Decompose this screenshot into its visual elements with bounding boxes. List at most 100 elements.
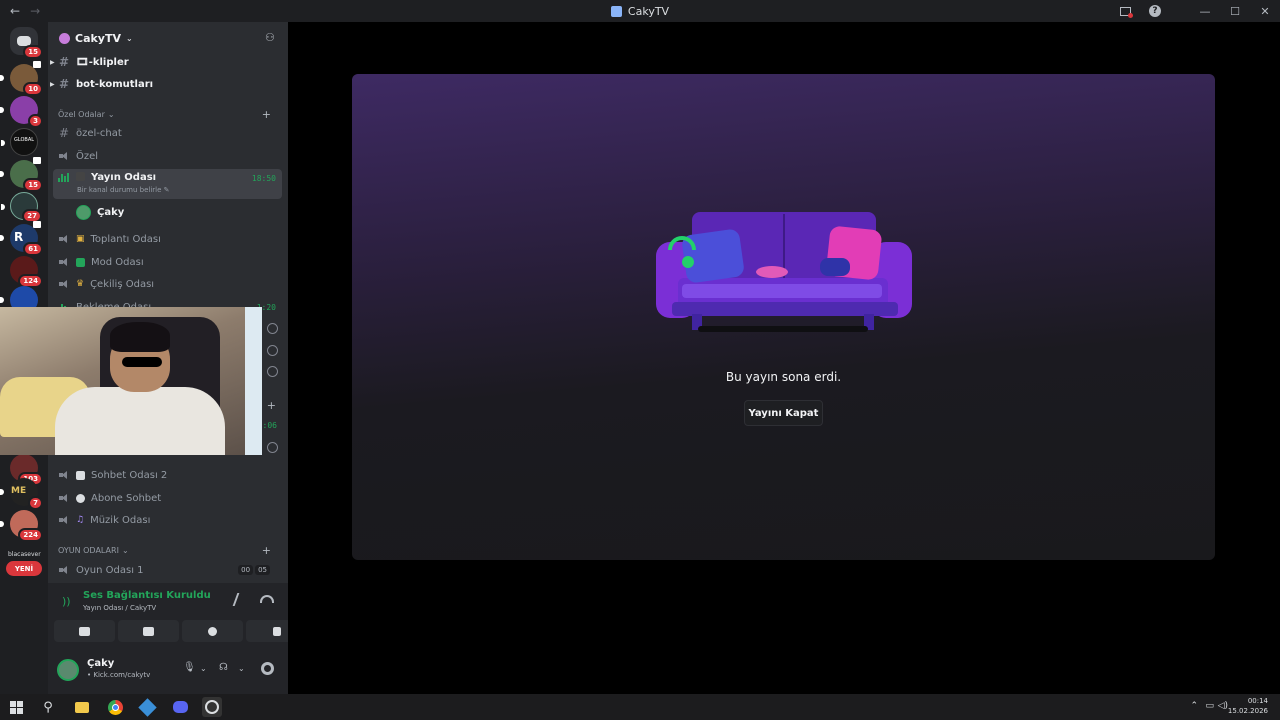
server-icon[interactable]: 124: [10, 256, 43, 288]
channel-status[interactable]: Bir kanal durumu belirle ✎: [77, 186, 170, 194]
server-icon[interactable]: 10: [0, 61, 43, 96]
video-off-icon[interactable]: [267, 442, 278, 453]
direct-messages-icon[interactable]: 15: [10, 27, 43, 59]
discord-icon[interactable]: [170, 697, 190, 717]
webcam-window: [245, 307, 262, 455]
maximize-icon[interactable]: ☐: [1220, 0, 1250, 22]
speaker-icon: [58, 493, 70, 503]
server-icon[interactable]: 27: [1, 192, 42, 223]
server-icon[interactable]: 3: [0, 96, 43, 128]
voice-user-row[interactable]: Çaky: [76, 201, 276, 223]
headphones-icon[interactable]: ☊: [219, 662, 228, 673]
camera-button[interactable]: [54, 620, 115, 642]
speaker-icon: [58, 234, 70, 244]
channel-klipler[interactable]: ▶ # 🎞-klipler: [50, 51, 282, 73]
signal-icon[interactable]: )): [62, 595, 74, 608]
microphone-icon[interactable]: 🎙: [183, 662, 196, 673]
speaker-icon: [58, 257, 70, 267]
user-limit: 05: [255, 565, 270, 575]
voice-status-location[interactable]: Yayın Odası / CakyTV: [83, 604, 156, 612]
unread-badge: 61: [23, 242, 43, 256]
voice-user-name: Çaky: [97, 206, 125, 218]
chevron-down-icon[interactable]: ⌄: [238, 664, 245, 673]
server-icon[interactable]: GLOBAL: [1, 128, 38, 156]
user-avatar[interactable]: [57, 659, 79, 681]
channel-ozel-chat[interactable]: # özel-chat: [53, 122, 282, 144]
voice-status-title[interactable]: Ses Bağlantısı Kuruldu: [83, 590, 211, 601]
server-icon[interactable]: R 61: [0, 221, 43, 256]
chevron-up-icon[interactable]: ⌃: [1190, 701, 1198, 711]
video-icon: [33, 221, 41, 228]
add-channel-icon[interactable]: +: [267, 399, 276, 412]
search-icon[interactable]: ⚲: [38, 697, 58, 717]
channel-abone-sohbet[interactable]: Abone Sohbet: [53, 487, 282, 509]
unread-badge: 15: [23, 45, 43, 59]
camera-off-icon: [79, 626, 90, 636]
couch-cushion: [682, 284, 882, 298]
voice-connection-panel: )) Ses Bağlantısı Kuruldu Yayın Odası / …: [48, 583, 307, 651]
channel-sohbet-odasi-2[interactable]: Sohbet Odası 2: [53, 464, 282, 486]
webcam-sunglasses: [122, 357, 162, 367]
back-arrow-icon[interactable]: ←: [10, 4, 20, 18]
channel-oyun-odasi-1[interactable]: Oyun Odası 1 00 05: [53, 559, 282, 581]
voice-activity-icon: [58, 172, 70, 182]
volume-icon[interactable]: ◁): [1218, 701, 1228, 711]
user-name[interactable]: Çaky: [87, 658, 114, 669]
video-off-icon[interactable]: [267, 345, 278, 356]
invite-people-icon[interactable]: ⚇: [265, 31, 278, 44]
add-channel-icon[interactable]: +: [262, 108, 271, 121]
chrome-icon[interactable]: [105, 697, 125, 717]
guild-header[interactable]: CakyTV ⌄ ⚇: [48, 22, 288, 54]
video-off-icon[interactable]: [267, 323, 278, 334]
app-icon[interactable]: [137, 697, 157, 717]
chevron-down-icon[interactable]: ⌄: [200, 664, 207, 673]
server-icon[interactable]: 224: [0, 510, 43, 542]
close-icon[interactable]: ✕: [1250, 0, 1280, 22]
close-stream-button[interactable]: Yayını Kapat: [744, 400, 823, 426]
caret-right-icon: ▶: [50, 80, 55, 88]
help-icon[interactable]: ?: [1140, 0, 1170, 22]
chevron-down-icon: ⌄: [126, 33, 133, 43]
obs-icon[interactable]: [202, 697, 222, 717]
noise-suppression-icon[interactable]: [232, 593, 251, 606]
screen-share-button[interactable]: [118, 620, 179, 642]
unread-pip: [0, 297, 4, 303]
minimize-icon[interactable]: —: [1190, 0, 1220, 22]
taskbar: ⚲ ⌃ ▭ ◁) 00:14 15.02.2026: [0, 694, 1280, 720]
server-icon[interactable]: ME 7: [0, 478, 43, 510]
new-badge[interactable]: YENİ: [6, 561, 42, 576]
channel-yayin-odasi[interactable]: Yayın Odası Bir kanal durumu belirle ✎ 1…: [53, 169, 282, 199]
video-off-icon[interactable]: [267, 366, 278, 377]
channel-toplanti-odasi[interactable]: ▣ Toplantı Odası: [53, 228, 282, 250]
network-icon[interactable]: ▭: [1205, 701, 1214, 711]
guild-name: CakyTV: [75, 31, 121, 45]
forward-arrow-icon[interactable]: →: [30, 4, 40, 18]
inbox-icon[interactable]: [1110, 0, 1140, 22]
channel-name: 🎞-klipler: [76, 56, 129, 68]
gear-icon[interactable]: [261, 662, 274, 675]
channel-muzik-odasi[interactable]: ♫ Müzik Odası: [53, 509, 282, 531]
unread-badge: 15: [23, 178, 43, 192]
chevron-down-icon: ⌄: [107, 109, 115, 119]
file-explorer-icon[interactable]: [72, 697, 92, 717]
channel-mod-odasi[interactable]: Mod Odası: [53, 251, 282, 273]
server-icon[interactable]: 15: [0, 157, 43, 192]
windows-start-icon[interactable]: [6, 697, 26, 717]
lock-emoji-icon: ▣: [76, 234, 85, 244]
stream-stage: Bu yayın sona erdi. Yayını Kapat: [288, 22, 1280, 694]
disconnect-icon[interactable]: [260, 595, 274, 603]
channel-bot-komutlari[interactable]: ▶ # bot-komutları: [50, 73, 282, 95]
unread-pip: [0, 107, 4, 113]
category-ozel-odalar[interactable]: Özel Odalar ⌄ +: [58, 106, 283, 122]
unread-pip: [0, 521, 4, 527]
add-channel-icon[interactable]: +: [262, 544, 271, 557]
channel-ozel[interactable]: Özel: [53, 145, 282, 167]
channel-cekilis-odasi[interactable]: ♛ Çekiliş Odası: [53, 273, 282, 295]
channel-name: özel-chat: [76, 127, 122, 139]
clock[interactable]: 00:14 15.02.2026: [1228, 696, 1268, 716]
pillow-blue: [682, 229, 744, 283]
activities-button[interactable]: [182, 620, 243, 642]
category-oyun-odalari[interactable]: OYUN ODALARI ⌄ +: [58, 542, 283, 558]
user-status[interactable]: • Kick.com/cakytv: [87, 671, 150, 679]
